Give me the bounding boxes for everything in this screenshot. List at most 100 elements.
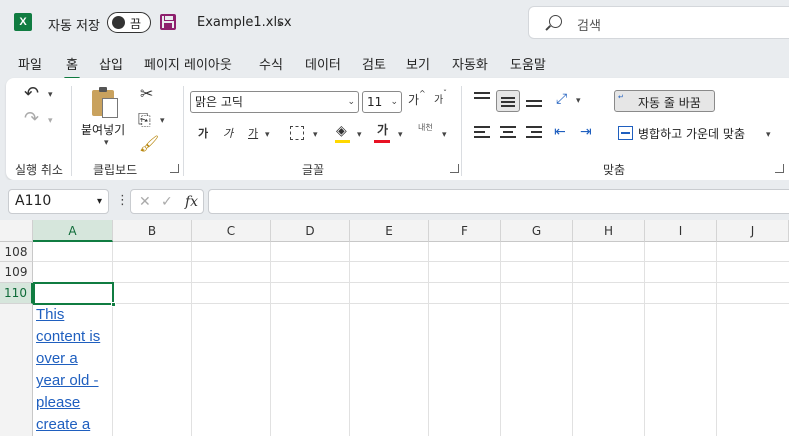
dialog-launcher-icon[interactable] [450, 164, 459, 173]
italic-button[interactable]: 가 [223, 128, 233, 139]
spreadsheet-grid[interactable]: A B C D E F G H I J 108 109 110 This con… [0, 220, 789, 436]
align-top-icon[interactable] [474, 92, 490, 104]
formula-buttons: ✕ ✓ fx [130, 189, 204, 214]
chevron-down-icon[interactable]: ▾ [398, 130, 403, 140]
tab-automate[interactable]: 자동화 [452, 54, 488, 73]
gridline [112, 242, 113, 436]
tab-data[interactable]: 데이터 [305, 54, 341, 73]
align-center-icon[interactable] [500, 126, 516, 140]
autosave-toggle[interactable]: 끔 [107, 12, 151, 33]
fill-color-icon[interactable]: ◈ [336, 124, 347, 138]
group-label-alignment: 맞춤 [603, 163, 626, 177]
tab-file[interactable]: 파일 [18, 54, 42, 73]
format-painter-icon[interactable]: 🖌 [139, 136, 159, 152]
fill-color-swatch [335, 140, 350, 143]
column-header-f[interactable]: F [429, 220, 501, 242]
select-all-corner[interactable] [0, 220, 33, 242]
redo-icon[interactable]: ↷ [24, 110, 39, 128]
chevron-down-icon[interactable]: ⌄ [275, 14, 285, 28]
column-header-d[interactable]: D [271, 220, 350, 242]
chevron-down-icon[interactable]: ▾ [265, 130, 270, 140]
borders-icon[interactable] [290, 126, 304, 140]
row-header-111[interactable] [0, 304, 33, 436]
more-options-icon[interactable]: ⋮ [116, 193, 129, 208]
align-bottom-icon[interactable] [526, 94, 542, 108]
confirm-icon[interactable]: ✓ [161, 194, 173, 210]
tab-insert[interactable]: 삽입 [99, 54, 123, 73]
chevron-down-icon[interactable]: ▾ [313, 130, 318, 140]
tab-home[interactable]: 홈 [64, 54, 80, 80]
paste-button[interactable]: 붙여넣기 [81, 121, 125, 138]
column-header-c[interactable]: C [192, 220, 271, 242]
row-header-110[interactable]: 110 [0, 283, 33, 304]
column-header-g[interactable]: G [501, 220, 573, 242]
grow-font-button[interactable]: 가 [408, 94, 419, 106]
menu-tabs: 파일 홈 삽입 페이지 레이아웃 수식 데이터 검토 보기 자동화 도움말 [0, 46, 789, 80]
autosave-state: 끔 [130, 17, 142, 31]
bold-button[interactable]: 가 [198, 128, 208, 139]
chevron-down-icon[interactable]: ▾ [104, 138, 109, 148]
chevron-down-icon[interactable]: ▾ [357, 130, 362, 140]
decrease-indent-icon[interactable]: ⇤ [554, 125, 566, 139]
font-name-value: 맑은 고딕 [195, 95, 243, 109]
column-header-b[interactable]: B [113, 220, 192, 242]
phonetic-button[interactable]: 내천 [418, 124, 433, 132]
formula-input[interactable] [208, 189, 789, 214]
font-size-select[interactable]: 11 ⌄ [362, 91, 402, 113]
chevron-down-icon[interactable]: ▾ [766, 130, 771, 140]
merge-center-icon[interactable] [618, 126, 633, 140]
cut-icon[interactable]: ✂ [140, 86, 153, 102]
tab-help[interactable]: 도움말 [510, 54, 546, 73]
font-color-button[interactable]: 가 [377, 124, 388, 136]
tab-page-layout[interactable]: 페이지 레이아웃 [144, 54, 232, 73]
chevron-down-icon[interactable]: ▾ [97, 190, 102, 213]
copy-icon[interactable]: ⎘ [138, 112, 151, 128]
align-left-icon[interactable] [474, 126, 490, 140]
chevron-down-icon[interactable]: ▾ [576, 96, 581, 106]
merge-center-button[interactable]: 병합하고 가운데 맞춤 [638, 125, 745, 142]
name-box-value: A110 [15, 193, 52, 209]
column-header-j[interactable]: J [717, 220, 789, 242]
dialog-launcher-icon[interactable] [775, 164, 784, 173]
orientation-icon[interactable]: ⤢ [556, 92, 567, 106]
chevron-down-icon[interactable]: ▾ [48, 90, 53, 100]
cell-a111-hyperlink[interactable]: This content is over a year old - please… [36, 304, 112, 436]
shrink-font-button[interactable]: 가 [434, 96, 443, 106]
dialog-launcher-icon[interactable] [170, 164, 179, 173]
chevron-down-icon[interactable]: ▾ [442, 130, 447, 140]
grow-font-caret-icon: ^ [419, 89, 426, 98]
wrap-text-label: 자동 줄 바꿈 [638, 96, 701, 110]
name-box[interactable]: A110 ▾ [8, 189, 109, 214]
gridline [191, 242, 192, 436]
gridline [270, 242, 271, 436]
excel-logo-icon: X [14, 13, 32, 31]
chevron-down-icon[interactable]: ▾ [48, 116, 53, 126]
title-bar: X 자동 저장 끔 Example1.xlsx ⌄ 검색 [0, 0, 789, 46]
align-right-icon[interactable] [526, 126, 542, 140]
column-header-e[interactable]: E [350, 220, 429, 242]
search-placeholder: 검색 [577, 19, 601, 34]
underline-button[interactable]: 가 [248, 128, 258, 139]
wrap-text-button[interactable]: ↵ 자동 줄 바꿈 [614, 90, 715, 112]
align-middle-button[interactable] [496, 90, 520, 112]
cancel-icon[interactable]: ✕ [139, 194, 151, 210]
column-header-h[interactable]: H [573, 220, 645, 242]
search-box[interactable]: 검색 [528, 6, 789, 39]
chevron-down-icon[interactable]: ▾ [160, 116, 165, 126]
chevron-down-icon: ⌄ [347, 97, 355, 107]
toggle-knob [112, 16, 125, 29]
row-header-108[interactable]: 108 [0, 242, 33, 262]
column-header-i[interactable]: I [645, 220, 717, 242]
row-header-109[interactable]: 109 [0, 262, 33, 283]
paste-icon[interactable] [92, 86, 120, 118]
save-icon[interactable] [160, 14, 176, 30]
increase-indent-icon[interactable]: ⇥ [580, 125, 592, 139]
column-header-a[interactable]: A [33, 220, 113, 242]
font-name-select[interactable]: 맑은 고딕 ⌄ [190, 91, 359, 113]
undo-icon[interactable]: ↶ [24, 85, 39, 103]
tab-review[interactable]: 검토 [362, 54, 386, 73]
tab-formulas[interactable]: 수식 [259, 54, 283, 73]
active-cell-a110[interactable] [33, 282, 116, 307]
insert-function-icon[interactable]: fx [185, 194, 198, 210]
tab-view[interactable]: 보기 [406, 54, 430, 73]
